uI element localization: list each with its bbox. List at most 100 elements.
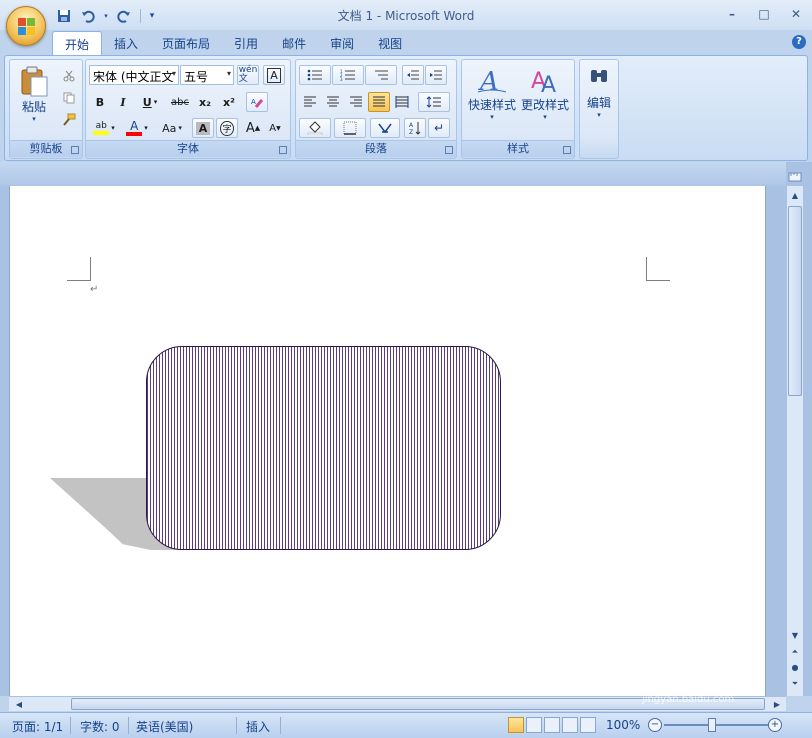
- char-shading-icon[interactable]: A: [192, 118, 214, 138]
- numbering-icon[interactable]: 123: [332, 65, 364, 85]
- next-page-icon[interactable]: ⏷: [787, 676, 803, 691]
- show-marks-icon[interactable]: ↵: [428, 118, 450, 138]
- superscript-button[interactable]: x²: [218, 92, 240, 112]
- cut-icon[interactable]: [58, 66, 80, 86]
- editing-label: 编辑: [586, 96, 611, 110]
- scroll-down-icon[interactable]: ▼: [787, 628, 803, 643]
- dialog-launcher-icon[interactable]: [71, 146, 79, 154]
- scroll-left-icon[interactable]: ◀: [11, 697, 27, 712]
- bold-button[interactable]: B: [89, 92, 111, 112]
- copy-icon[interactable]: [58, 88, 80, 108]
- tab-insert[interactable]: 插入: [102, 31, 150, 55]
- dialog-launcher-icon[interactable]: [279, 146, 287, 154]
- ruler-toggle-icon[interactable]: [786, 168, 803, 186]
- tab-page-layout[interactable]: 页面布局: [150, 31, 222, 55]
- font-size-combo[interactable]: 五号 ▾: [180, 65, 234, 85]
- previous-page-icon[interactable]: ⏶: [787, 644, 803, 659]
- status-page[interactable]: 页面: 1/1: [12, 718, 63, 735]
- svg-text:A: A: [541, 73, 556, 96]
- paste-button[interactable]: 粘贴 ▾: [16, 66, 52, 123]
- find-binoculars-icon: [591, 70, 607, 82]
- print-layout-view-icon[interactable]: [508, 717, 524, 733]
- multilevel-list-icon[interactable]: [365, 65, 397, 85]
- sort-icon[interactable]: AZ: [404, 118, 426, 138]
- phonetic-guide-icon[interactable]: wén 文: [237, 65, 259, 85]
- quick-styles-button[interactable]: A 快速样式 ▾: [466, 64, 518, 121]
- align-right-icon[interactable]: [345, 92, 367, 112]
- minimize-button[interactable]: –: [716, 2, 748, 26]
- zoom-slider-track[interactable]: [664, 724, 768, 726]
- vertical-scroll-thumb[interactable]: [788, 206, 802, 396]
- scroll-right-icon[interactable]: ▶: [769, 697, 785, 712]
- web-layout-view-icon[interactable]: [544, 717, 560, 733]
- font-name-combo[interactable]: 宋体 (中文正文 ▾: [89, 65, 179, 85]
- margin-corner-top-left: [67, 257, 91, 281]
- svg-text:3: 3: [340, 77, 343, 81]
- rounded-rectangle-shape[interactable]: [146, 346, 501, 550]
- tab-references[interactable]: 引用: [222, 31, 270, 55]
- borders-icon[interactable]: [334, 118, 366, 138]
- baidu-watermark: Baidu经验: [620, 666, 756, 696]
- bullets-icon[interactable]: [299, 65, 331, 85]
- shrink-font-label: A: [269, 122, 277, 134]
- highlight-label: ab: [95, 121, 107, 131]
- shrink-font-button[interactable]: A ▼: [264, 118, 286, 138]
- char-border-icon[interactable]: A: [263, 65, 285, 85]
- status-language[interactable]: 英语(美国): [136, 718, 193, 735]
- underline-button[interactable]: U ▾: [136, 92, 164, 112]
- font-color-button[interactable]: A ▾: [122, 118, 152, 138]
- change-styles-button[interactable]: AA 更改样式 ▾: [518, 64, 572, 121]
- zoom-slider-thumb[interactable]: [708, 718, 716, 732]
- increase-indent-icon[interactable]: [425, 65, 447, 85]
- justify-icon[interactable]: [368, 92, 390, 112]
- format-painter-icon[interactable]: [58, 110, 80, 130]
- line-spacing-icon[interactable]: [418, 92, 450, 112]
- clipboard-group: 粘贴 ▾ 剪贴板: [9, 59, 83, 159]
- change-case-button[interactable]: Aa ▾: [156, 118, 188, 138]
- close-button[interactable]: ✕: [780, 2, 812, 26]
- editing-button[interactable]: 编辑 ▾: [582, 66, 616, 119]
- subscript-button[interactable]: x₂: [194, 92, 216, 112]
- dialog-launcher-icon[interactable]: [445, 146, 453, 154]
- office-button[interactable]: [6, 6, 46, 46]
- strikethrough-button[interactable]: abc: [166, 92, 194, 112]
- tab-home[interactable]: 开始: [52, 31, 103, 57]
- clear-formatting-icon[interactable]: A: [246, 92, 268, 112]
- superscript-label: x²: [223, 95, 235, 109]
- outline-view-icon[interactable]: [562, 717, 578, 733]
- zoom-level[interactable]: 100%: [606, 718, 640, 732]
- decrease-indent-icon[interactable]: [402, 65, 424, 85]
- align-center-icon[interactable]: [322, 92, 344, 112]
- align-left-icon[interactable]: [299, 92, 321, 112]
- italic-button[interactable]: I: [112, 92, 134, 112]
- status-insert-mode[interactable]: 插入: [246, 718, 270, 735]
- strikethrough-label: abc: [171, 96, 189, 108]
- status-word-count[interactable]: 字数: 0: [80, 718, 120, 735]
- dialog-launcher-icon[interactable]: [563, 146, 571, 154]
- chinese-layout-icon[interactable]: [370, 118, 400, 138]
- zoom-out-icon[interactable]: −: [648, 718, 662, 732]
- browse-object-icon[interactable]: ●: [787, 660, 803, 675]
- tab-view[interactable]: 视图: [366, 31, 414, 55]
- draft-view-icon[interactable]: [580, 717, 596, 733]
- full-screen-reading-view-icon[interactable]: [526, 717, 542, 733]
- help-icon[interactable]: ?: [792, 35, 806, 49]
- paragraph-group-label: 段落: [296, 140, 456, 157]
- distributed-icon[interactable]: [391, 92, 413, 112]
- zoom-in-icon[interactable]: +: [768, 718, 782, 732]
- bold-label: B: [95, 95, 105, 109]
- tab-mailings[interactable]: 邮件: [270, 31, 318, 55]
- tab-review[interactable]: 审阅: [318, 31, 366, 55]
- maximize-button[interactable]: □: [748, 2, 780, 26]
- enclose-characters-icon[interactable]: 字: [216, 118, 238, 138]
- highlight-color-swatch: [93, 131, 110, 135]
- vertical-scrollbar[interactable]: ▲ ▼ ⏶ ● ⏷: [786, 186, 803, 696]
- grow-font-label: A: [245, 120, 255, 136]
- window-controls: – □ ✕: [716, 2, 812, 26]
- font-name-value: 宋体 (中文正文: [93, 70, 174, 84]
- shading-icon[interactable]: [299, 118, 331, 138]
- highlight-button[interactable]: ab ▾: [89, 118, 119, 138]
- scroll-up-icon[interactable]: ▲: [787, 188, 803, 203]
- document-page[interactable]: ↵: [9, 186, 766, 696]
- grow-font-button[interactable]: A ▲: [242, 118, 264, 138]
